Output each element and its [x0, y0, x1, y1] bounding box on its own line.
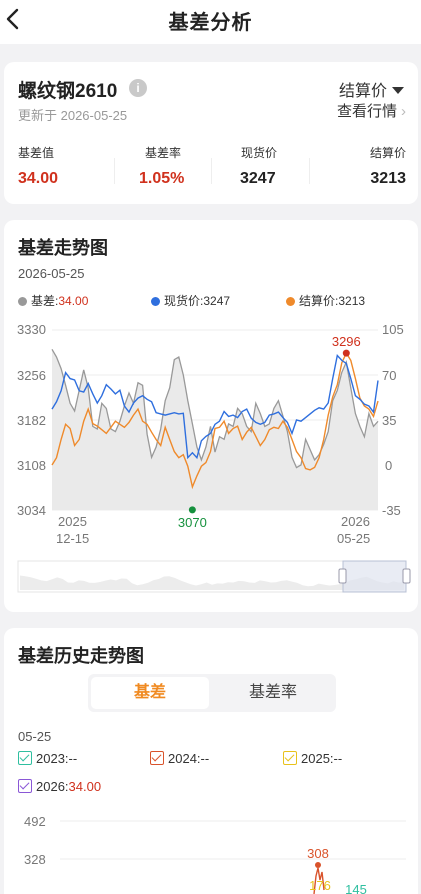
history-peak-label: 308: [307, 846, 329, 861]
max-point-marker: [342, 349, 350, 357]
update-time: 更新于 2026-05-25: [18, 108, 128, 123]
stat-value-spot: 3247: [240, 170, 276, 187]
caret-down-icon: [392, 87, 404, 94]
basis-summary-card: 螺纹钢2610 i 更新于 2026-05-25 结算价 查看行情 › 基差值 3…: [4, 62, 418, 204]
stat-label-basis-rate: 基差率: [145, 146, 182, 160]
info-icon[interactable]: i: [129, 79, 147, 97]
contract-name: 螺纹钢2610: [18, 81, 118, 102]
view-market-label: 查看行情: [336, 103, 397, 120]
history-label-2023: 145: [345, 882, 367, 894]
top-nav-bar: 基差分析: [0, 0, 421, 44]
basis-trend-card: 基差走势图 2026-05-25 基差:34.00 现货价:3247 结算价:3…: [4, 220, 418, 612]
basis-trend-chart[interactable]: 3296 3070: [4, 220, 418, 612]
min-point-label: 3070: [178, 515, 207, 530]
stat-label-basis: 基差值: [18, 146, 55, 160]
page-title: 基差分析: [168, 12, 253, 34]
price-type-label: 结算价: [338, 83, 387, 100]
view-market-link[interactable]: 查看行情 ›: [337, 100, 406, 121]
price-type-dropdown[interactable]: 结算价: [339, 77, 404, 101]
chevron-right-icon: ›: [401, 103, 406, 120]
navigator-right-handle[interactable]: [402, 568, 411, 584]
navigator-selection[interactable]: [342, 560, 407, 593]
max-point-label: 3296: [332, 334, 361, 349]
stat-divider: [114, 158, 115, 184]
stat-label-settle: 结算价: [369, 146, 406, 160]
min-point-marker: [188, 506, 196, 514]
history-label-2025: 176: [309, 878, 331, 893]
stat-divider: [309, 158, 310, 184]
stat-value-basis: 34.00: [18, 170, 59, 187]
basis-history-card: 基差历史走势图 基差 基差率 05-25 2023:-- 2024:-- 202…: [4, 628, 418, 894]
stat-value-basis-rate: 1.05%: [139, 170, 185, 187]
stat-divider: [211, 158, 212, 184]
stat-value-settle: 3213: [370, 170, 406, 187]
stat-label-spot: 现货价: [241, 146, 278, 160]
navigator-left-handle[interactable]: [338, 568, 347, 584]
history-peak-marker: [315, 862, 321, 868]
basis-history-chart[interactable]: 308 176 145: [4, 628, 418, 894]
